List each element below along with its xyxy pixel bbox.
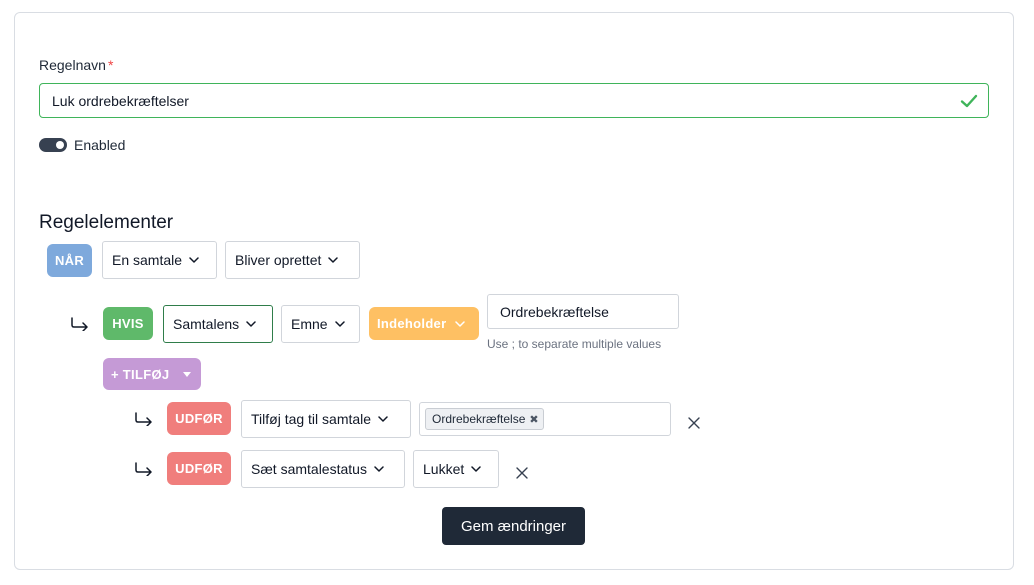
action-type-value: Sæt samtalestatus — [251, 461, 367, 477]
check-icon — [960, 94, 978, 108]
rule-name-label-text: Regelnavn — [39, 57, 106, 73]
if-property-value: Emne — [291, 316, 328, 332]
if-operator-dropdown[interactable]: Indeholder — [369, 307, 479, 340]
remove-action-icon[interactable] — [516, 467, 528, 479]
if-field-value: Samtalens — [173, 316, 240, 332]
chevron-down-icon — [189, 257, 199, 263]
tag-chip-label: Ordrebekræftelse — [432, 412, 526, 426]
when-subject-value: En samtale — [112, 252, 183, 268]
save-changes-button[interactable]: Gem ændringer — [442, 507, 585, 545]
chevron-down-icon — [455, 320, 466, 327]
action-type-select[interactable]: Sæt samtalestatus — [241, 450, 405, 488]
status-value-select[interactable]: Lukket — [413, 450, 499, 488]
remove-action-icon[interactable] — [688, 417, 700, 429]
tag-remove-icon[interactable]: ✖ — [529, 413, 538, 426]
when-subject-select[interactable]: En samtale — [102, 241, 217, 279]
if-badge: HVIS — [103, 307, 153, 340]
rule-name-field[interactable] — [39, 83, 989, 118]
enabled-label: Enabled — [74, 137, 126, 153]
chevron-down-icon — [246, 321, 256, 327]
separator-hint: Use ; to separate multiple values — [487, 337, 662, 351]
section-title: Regelelementer — [39, 212, 174, 233]
rule-name-label: Regelnavn * — [39, 57, 113, 73]
caret-down-icon — [183, 371, 192, 377]
enabled-toggle[interactable] — [39, 138, 67, 152]
if-operator-value: Indeholder — [377, 316, 447, 331]
if-field-select[interactable]: Samtalens — [163, 305, 273, 343]
branch-arrow-icon — [135, 412, 152, 426]
tag-input[interactable]: Ordrebekræftelse ✖ — [419, 402, 671, 436]
when-event-select[interactable]: Bliver oprettet — [225, 241, 360, 279]
if-property-select[interactable]: Emne — [281, 305, 360, 343]
when-badge: NÅR — [47, 244, 92, 277]
tag-chip: Ordrebekræftelse ✖ — [425, 408, 544, 430]
status-value: Lukket — [423, 461, 465, 477]
branch-arrow-icon — [135, 462, 152, 476]
chevron-down-icon — [334, 321, 345, 327]
add-condition-button[interactable]: + TILFØJ — [103, 358, 201, 390]
action-type-select[interactable]: Tilføj tag til samtale — [241, 400, 411, 438]
when-event-value: Bliver oprettet — [235, 252, 322, 268]
chevron-down-icon — [471, 466, 481, 472]
branch-arrow-icon — [71, 317, 88, 331]
chevron-down-icon — [378, 416, 388, 422]
if-value-input[interactable] — [488, 295, 678, 328]
required-mark: * — [107, 57, 114, 73]
action-badge: UDFØR — [167, 402, 231, 435]
toggle-knob — [56, 141, 64, 149]
add-condition-label: + TILFØJ — [111, 366, 170, 382]
if-value-field[interactable] — [487, 294, 679, 329]
rule-name-input[interactable] — [40, 84, 988, 117]
action-badge: UDFØR — [167, 452, 231, 485]
action-type-value: Tilføj tag til samtale — [251, 411, 372, 427]
chevron-down-icon — [374, 466, 384, 472]
chevron-down-icon — [328, 257, 339, 263]
